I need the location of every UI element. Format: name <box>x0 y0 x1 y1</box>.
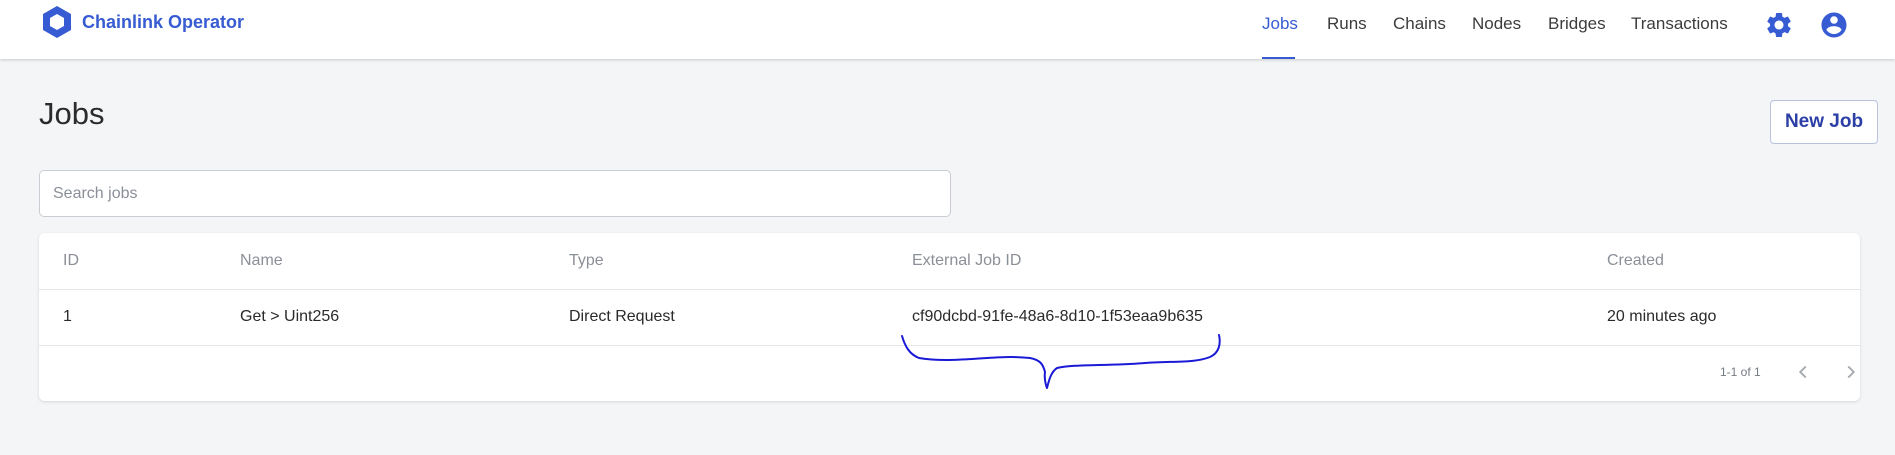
header-divider <box>39 289 1860 290</box>
cell-created: 20 minutes ago <box>1607 308 1717 325</box>
chevron-right-icon[interactable] <box>1840 361 1860 383</box>
new-job-button[interactable]: New Job <box>1770 100 1878 144</box>
column-header-created[interactable]: Created <box>1607 252 1664 270</box>
page-title: Jobs <box>39 96 105 131</box>
cell-type: Direct Request <box>569 308 675 325</box>
column-header-external-job-id[interactable]: External Job ID <box>912 252 1021 270</box>
nav-bridges[interactable]: Bridges <box>1548 14 1606 34</box>
nav-transactions[interactable]: Transactions <box>1631 14 1728 34</box>
top-app-bar: Chainlink Operator Jobs Runs Chains Node… <box>0 0 1895 59</box>
column-header-id[interactable]: ID <box>63 252 79 270</box>
cell-external-job-id: cf90dcbd-91fe-48a6-8d10-1f53eaa9b635 <box>912 308 1203 325</box>
cell-name[interactable]: Get > Uint256 <box>240 308 339 326</box>
row-divider <box>39 345 1860 346</box>
nav-runs[interactable]: Runs <box>1327 14 1367 34</box>
gear-icon[interactable] <box>1764 10 1794 40</box>
nav-jobs[interactable]: Jobs <box>1262 14 1298 34</box>
chevron-left-icon[interactable] <box>1792 361 1814 383</box>
nav-nodes[interactable]: Nodes <box>1472 14 1521 34</box>
cell-id: 1 <box>63 308 72 325</box>
app-name: Chainlink Operator <box>82 11 245 32</box>
jobs-table: ID Name Type External Job ID Created 1 G… <box>39 233 1860 401</box>
column-header-name[interactable]: Name <box>240 252 283 270</box>
active-tab-indicator <box>1262 57 1295 59</box>
nav-chains[interactable]: Chains <box>1393 14 1446 34</box>
chainlink-hexagon-icon <box>40 4 74 40</box>
search-input[interactable] <box>39 170 951 217</box>
pagination-range: 1-1 of 1 <box>1720 365 1761 379</box>
column-header-type[interactable]: Type <box>569 252 604 270</box>
brand-logo-link[interactable]: Chainlink Operator <box>40 4 244 40</box>
account-circle-icon[interactable] <box>1819 10 1849 40</box>
